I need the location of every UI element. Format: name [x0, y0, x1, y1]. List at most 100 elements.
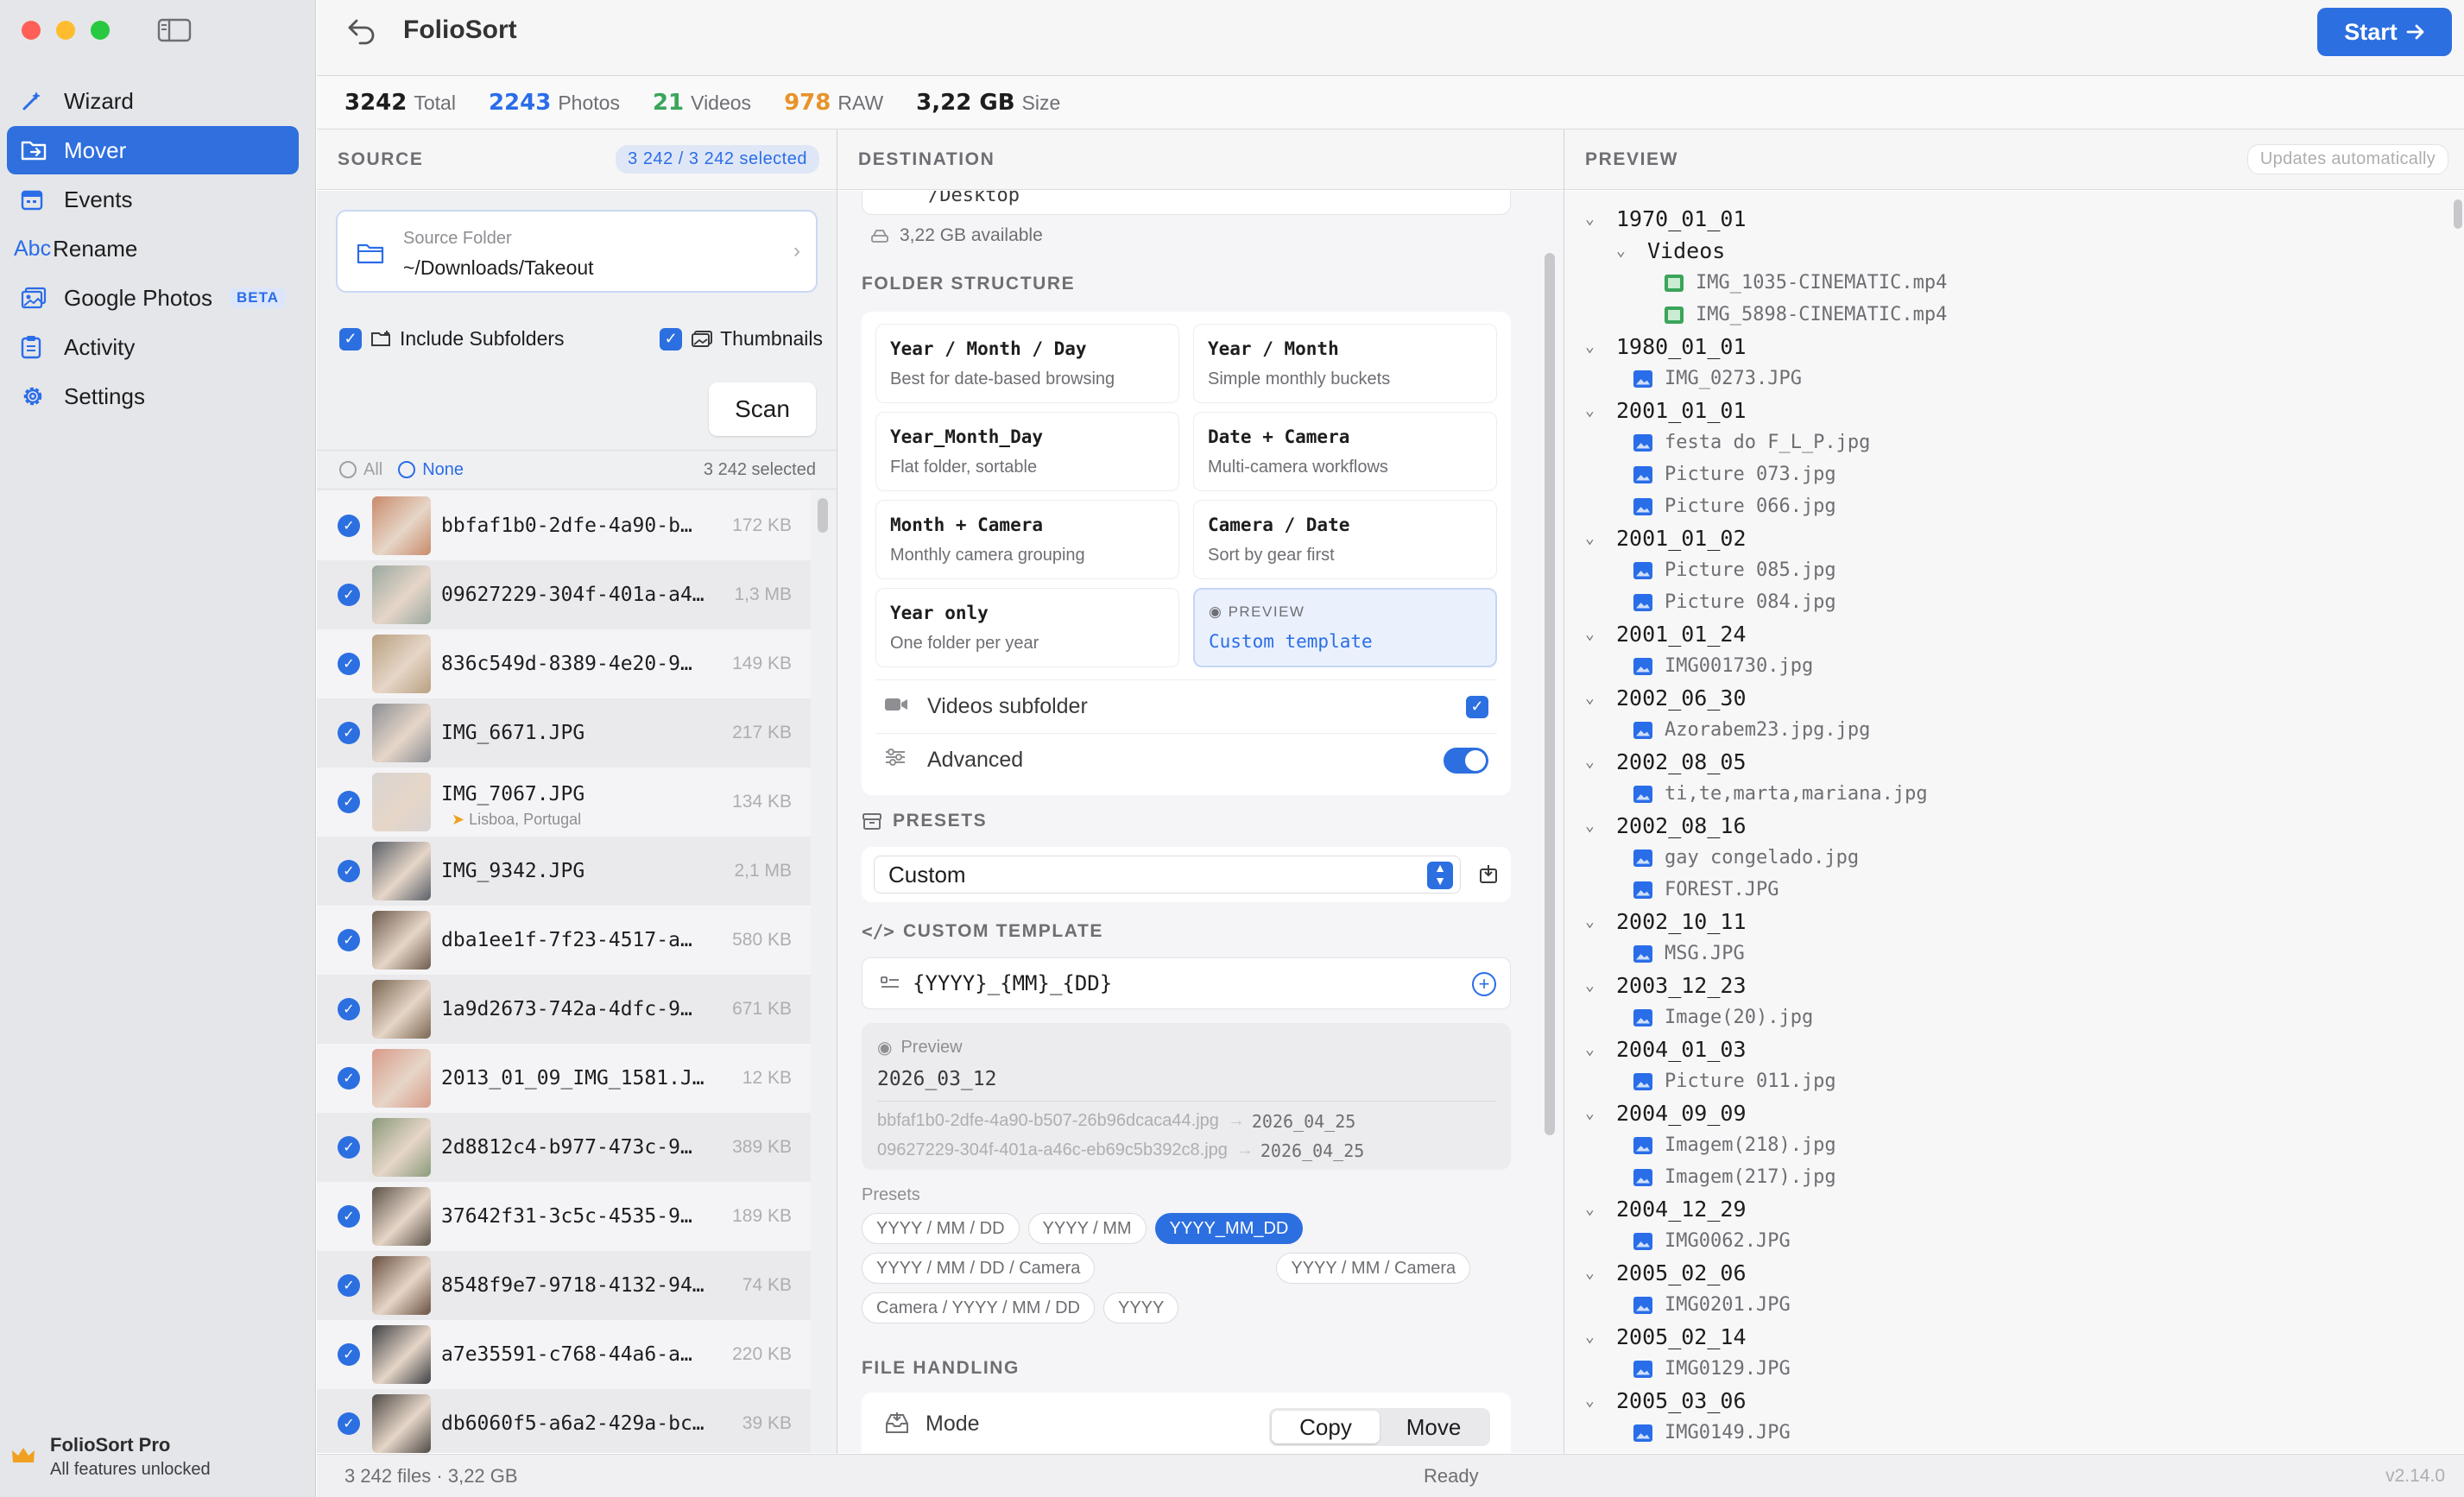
preview-tree[interactable]: ⌄ 1970_01_01 ⌄ Videos IMG_1035-CINEMATIC.mp4… — [1585, 203, 1947, 1449]
tree-folder[interactable]: ⌄ 2001_01_02 — [1585, 522, 1947, 554]
tree-file[interactable]: IMG0062.JPG — [1585, 1225, 1947, 1257]
file-check-icon[interactable]: ✓ — [338, 1343, 360, 1366]
include-subfolders-option[interactable]: ✓ Include Subfolders — [339, 327, 565, 351]
preset-chip[interactable]: YYYY / MM / Camera — [1276, 1253, 1471, 1284]
file-row[interactable]: ✓ IMG_9342.JPG 2,1 MB — [317, 837, 811, 906]
file-row[interactable]: ✓ 09627229-304f-401a-a4… 1,3 MB — [317, 560, 811, 629]
file-check-icon[interactable]: ✓ — [338, 653, 360, 675]
tree-file[interactable]: gay congelado.jpg — [1585, 842, 1947, 874]
tree-folder[interactable]: ⌄ 2001_01_24 — [1585, 618, 1947, 650]
preset-chip[interactable]: YYYY / MM / DD — [862, 1213, 1020, 1244]
tree-folder[interactable]: ⌄ 2005_02_14 — [1585, 1321, 1947, 1353]
zoom-window-button[interactable] — [91, 21, 110, 40]
file-check-icon[interactable]: ✓ — [338, 1205, 360, 1228]
file-list[interactable]: ✓ bbfaf1b0-2dfe-4a90-b… 172 KB ✓ 09627229-30… — [317, 491, 811, 1453]
tree-file[interactable]: IMG0129.JPG — [1585, 1353, 1947, 1385]
tree-folder[interactable]: ⌄ 2004_09_09 — [1585, 1097, 1947, 1129]
tree-folder[interactable]: ⌄ 1970_01_01 — [1585, 203, 1947, 235]
file-check-icon[interactable]: ✓ — [338, 791, 360, 813]
tree-file[interactable]: IMG_1035-CINEMATIC.mp4 — [1585, 267, 1947, 299]
select-none-button[interactable]: None — [398, 460, 464, 480]
preset-chip-selected[interactable]: YYYY_MM_DD — [1154, 1213, 1304, 1244]
tree-folder[interactable]: ⌄ 2005_02_06 — [1585, 1257, 1947, 1289]
sidebar-item-mover[interactable]: Mover — [7, 126, 299, 174]
tree-folder[interactable]: ⌄ 2002_10_11 — [1585, 906, 1947, 938]
chevron-down-icon[interactable]: ⌄ — [1585, 338, 1602, 356]
videos-subfolder-checkbox[interactable]: ✓ — [1466, 695, 1488, 718]
tree-file[interactable]: FOREST.JPG — [1585, 874, 1947, 906]
chevron-down-icon[interactable]: ⌄ — [1585, 529, 1602, 547]
tree-file[interactable]: festa do F_L_P.jpg — [1585, 426, 1947, 458]
structure-option[interactable]: Year / Month Simple monthly buckets — [1193, 324, 1497, 403]
structure-option[interactable]: Year / Month / Day Best for date-based br… — [875, 324, 1179, 403]
file-check-icon[interactable]: ✓ — [338, 1412, 360, 1435]
tree-file[interactable]: Image(20).jpg — [1585, 1001, 1947, 1033]
file-row[interactable]: ✓ 2d8812c4-b977-473c-9… 389 KB — [317, 1113, 811, 1182]
file-check-icon[interactable]: ✓ — [338, 722, 360, 744]
chevron-down-icon[interactable]: ⌄ — [1585, 913, 1602, 931]
move-segment[interactable]: Move — [1380, 1411, 1488, 1443]
file-check-icon[interactable]: ✓ — [338, 929, 360, 951]
chevron-down-icon[interactable]: ⌄ — [1585, 753, 1602, 771]
file-row[interactable]: ✓ 8548f9e7-9718-4132-94… 74 KB — [317, 1251, 811, 1320]
sidebar-item-settings[interactable]: Settings — [7, 372, 299, 420]
tree-file[interactable]: Azorabem23.jpg.jpg — [1585, 714, 1947, 746]
file-row[interactable]: ✓ 2013_01_09_IMG_1581.J… 12 KB — [317, 1044, 811, 1113]
sidebar-item-google-photos[interactable]: Google Photos BETA — [7, 274, 299, 322]
tree-folder[interactable]: ⌄ 2004_12_29 — [1585, 1193, 1947, 1225]
structure-option[interactable]: Year only One folder per year — [875, 588, 1179, 667]
tree-file[interactable]: Picture 084.jpg — [1585, 586, 1947, 618]
tree-folder[interactable]: ⌄ Videos — [1585, 235, 1947, 267]
tree-file[interactable]: IMG0149.JPG — [1585, 1417, 1947, 1449]
file-check-icon[interactable]: ✓ — [338, 1274, 360, 1297]
tree-file[interactable]: IMG001730.jpg — [1585, 650, 1947, 682]
file-row[interactable]: ✓ bbfaf1b0-2dfe-4a90-b… 172 KB — [317, 491, 811, 560]
structure-option[interactable]: Camera / Date Sort by gear first — [1193, 500, 1497, 579]
file-row[interactable]: ✓ 1a9d2673-742a-4dfc-9… 671 KB — [317, 975, 811, 1044]
tree-folder[interactable]: ⌄ 2004_01_03 — [1585, 1033, 1947, 1065]
source-folder-picker[interactable]: Source Folder ~/Downloads/Takeout › — [336, 210, 818, 293]
file-check-icon[interactable]: ✓ — [338, 860, 360, 882]
chevron-down-icon[interactable]: ⌄ — [1585, 1392, 1602, 1410]
file-check-icon[interactable]: ✓ — [338, 998, 360, 1020]
sidebar-item-events[interactable]: Events — [7, 175, 299, 224]
structure-option-custom[interactable]: ◉ PREVIEW Custom template — [1193, 588, 1497, 667]
chevron-down-icon[interactable]: ⌄ — [1585, 401, 1602, 420]
chevron-down-icon[interactable]: ⌄ — [1585, 1264, 1602, 1282]
tree-file[interactable]: Picture 066.jpg — [1585, 490, 1947, 522]
add-token-icon[interactable]: + — [1472, 972, 1496, 996]
chevron-down-icon[interactable]: ⌄ — [1585, 976, 1602, 995]
preset-select[interactable]: Custom ▲ ▼ — [874, 856, 1461, 894]
sidebar-item-activity[interactable]: Activity — [7, 323, 299, 371]
thumbnails-checkbox[interactable]: ✓ — [660, 327, 683, 351]
sidebar-item-wizard[interactable]: Wizard — [7, 77, 299, 125]
back-icon[interactable] — [344, 16, 379, 47]
start-button[interactable]: Start — [2317, 8, 2452, 56]
tree-file[interactable]: Imagem(217).jpg — [1585, 1161, 1947, 1193]
chevron-down-icon[interactable]: ⌄ — [1585, 1040, 1602, 1058]
tree-folder[interactable]: ⌄ 2002_06_30 — [1585, 682, 1947, 714]
thumbnails-option[interactable]: ✓ Thumbnails — [660, 327, 823, 351]
tree-file[interactable]: ti,te,marta,mariana.jpg — [1585, 778, 1947, 810]
preset-chip[interactable]: YYYY / MM / DD / Camera — [862, 1253, 1096, 1284]
destination-scrollbar[interactable] — [1545, 253, 1555, 1135]
chevron-down-icon[interactable]: ⌄ — [1585, 1328, 1602, 1346]
tree-file[interactable]: Picture 073.jpg — [1585, 458, 1947, 490]
select-all-button[interactable]: All — [339, 460, 382, 480]
close-window-button[interactable] — [22, 21, 41, 40]
tree-folder[interactable]: ⌄ 2002_08_05 — [1585, 746, 1947, 778]
tree-file[interactable]: IMG_5898-CINEMATIC.mp4 — [1585, 299, 1947, 331]
tree-file[interactable]: MSG.JPG — [1585, 938, 1947, 970]
tree-folder[interactable]: ⌄ 2001_01_01 — [1585, 395, 1947, 426]
preset-chip[interactable]: YYYY — [1103, 1292, 1179, 1323]
tree-folder[interactable]: ⌄ 2003_12_23 — [1585, 970, 1947, 1001]
preset-chip[interactable]: Camera / YYYY / MM / DD — [862, 1292, 1095, 1323]
chevron-down-icon[interactable]: ⌄ — [1616, 242, 1633, 260]
tree-file[interactable]: Picture 011.jpg — [1585, 1065, 1947, 1097]
tree-file[interactable]: IMG_0273.JPG — [1585, 363, 1947, 395]
tree-folder[interactable]: ⌄ 2005_03_06 — [1585, 1385, 1947, 1417]
file-row[interactable]: ✓ db6060f5-a6a2-429a-bc… 39 KB — [317, 1389, 811, 1453]
tree-file[interactable]: Imagem(218).jpg — [1585, 1129, 1947, 1161]
file-list-scrollbar[interactable] — [818, 498, 828, 533]
file-row[interactable]: ✓ IMG_6671.JPG 217 KB — [317, 698, 811, 767]
